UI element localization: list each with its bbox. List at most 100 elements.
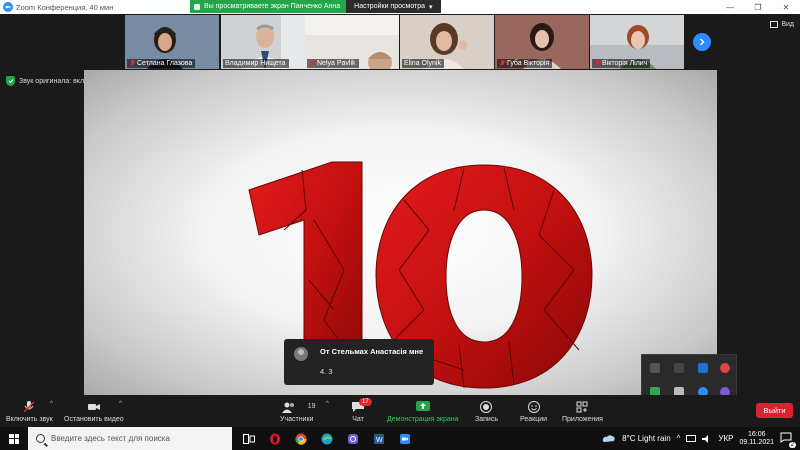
chat-unread-badge: 17	[359, 398, 372, 406]
participant-name: Elina Olynik	[404, 60, 441, 67]
participant-name: Nelya Pavlik	[317, 60, 356, 67]
window-controls: — ❐ ✕	[716, 0, 800, 14]
view-options-label: Настройки просмотра	[354, 3, 426, 10]
zoom-app-icon	[3, 2, 13, 12]
participant-name-tag: Elina Olynik	[402, 59, 444, 68]
screen-share-icon	[194, 3, 200, 10]
leave-meeting-button[interactable]: Выйти	[756, 403, 793, 418]
mic-muted-icon	[23, 401, 35, 413]
share-screen-icon	[415, 401, 430, 411]
participant-name-tag: Вікторія Лілич	[592, 59, 651, 68]
participant-gallery: Сетлана Глазова Владимир Нищета Nelya Pa…	[0, 14, 800, 70]
share-screen-button[interactable]: Демонстрация экрана	[387, 395, 459, 427]
participant-tile[interactable]: Губа Вікторія	[495, 15, 589, 69]
chat-label: Чат	[352, 416, 364, 423]
audio-options-caret[interactable]: ^	[50, 401, 53, 407]
reactions-label: Реакции	[520, 416, 548, 423]
chat-button[interactable]: 17 Чат	[351, 395, 372, 427]
bluetooth-icon[interactable]	[698, 363, 708, 373]
share-screen-label: Демонстрация экрана	[387, 416, 459, 423]
edge-icon[interactable]	[314, 427, 340, 450]
svg-text:W: W	[376, 437, 383, 444]
pinned-apps: W	[236, 427, 418, 450]
maximize-button[interactable]: ❐	[744, 0, 772, 14]
chat-notification[interactable]: От Стельмах Анастасія мне 4. 3	[284, 339, 434, 385]
apps-grid-icon	[576, 401, 588, 413]
original-sound-label: Звук оригинала: вкл.	[19, 77, 86, 85]
participant-tile[interactable]: Nelya Pavlik	[305, 15, 399, 69]
clock-time: 16:06	[747, 430, 766, 438]
view-label: Вид	[781, 21, 794, 28]
participants-label: Участники	[280, 416, 314, 423]
mic-muted-icon	[594, 60, 600, 67]
clock-date: 09.11.2021	[739, 438, 774, 446]
apps-button[interactable]: Приложения	[562, 395, 603, 427]
close-button[interactable]: ✕	[772, 0, 800, 14]
taskbar-clock[interactable]: 16:06 09.11.2021	[739, 431, 774, 447]
unmute-button[interactable]: Включить звук	[6, 395, 53, 427]
participants-options-caret[interactable]: ^	[326, 401, 329, 407]
word-icon[interactable]: W	[366, 427, 392, 450]
view-options-button[interactable]: Настройки просмотра ▾	[346, 0, 441, 13]
notification-icon	[780, 432, 792, 443]
mic-muted-icon	[309, 60, 315, 67]
taskbar-search-box[interactable]: Введите здесь текст для поиска	[28, 427, 232, 450]
participant-tile[interactable]: Elina Olynik	[400, 15, 494, 69]
wifi-icon[interactable]	[674, 363, 684, 373]
participant-tile[interactable]: Вікторія Лілич	[590, 15, 684, 69]
task-view-icon[interactable]	[236, 427, 262, 450]
video-options-caret[interactable]: ^	[119, 401, 122, 407]
network-icon[interactable]	[686, 434, 697, 443]
notifications-button[interactable]: 2	[780, 432, 796, 448]
app-tray-icon[interactable]	[720, 363, 730, 373]
opera-icon[interactable]	[262, 427, 288, 450]
participant-name-tag: Губа Вікторія	[497, 59, 553, 68]
chat-icon-wrap: 17	[351, 398, 372, 413]
windows-taskbar: Введите здесь текст для поиска W 8°C Lig…	[0, 427, 800, 450]
chevron-right-icon	[700, 38, 705, 46]
viewing-share-status: Вы просматриваете экран Панченко Анна	[190, 0, 347, 13]
participant-name: Губа Вікторія	[507, 60, 550, 67]
stop-video-button[interactable]: Остановить видео	[64, 395, 124, 427]
participant-name-tag: Nelya Pavlik	[307, 59, 359, 68]
speaker-icon[interactable]	[702, 434, 712, 443]
notification-count: 2	[788, 441, 796, 448]
mic-muted-icon	[129, 60, 135, 67]
zoom-taskbar-icon[interactable]	[392, 427, 418, 450]
participant-name: Вікторія Лілич	[602, 60, 648, 67]
language-indicator[interactable]: УКР	[718, 434, 733, 443]
minimize-button[interactable]: —	[716, 0, 744, 14]
cloud-rain-icon	[602, 434, 615, 442]
participants-button[interactable]: 19 Участники	[280, 395, 316, 427]
record-icon	[480, 401, 493, 413]
share-banner: Вы просматриваете экран Панченко Анна На…	[190, 0, 441, 13]
participants-count: 19	[307, 403, 316, 410]
view-button[interactable]: Вид	[770, 21, 794, 28]
battery-icon[interactable]	[650, 363, 660, 373]
mic-muted-icon	[499, 60, 505, 67]
meeting-toolbar: Включить звук ^ Остановить видео ^ 19 Уч…	[0, 395, 800, 427]
next-page-button[interactable]	[693, 33, 711, 51]
viber-taskbar-icon[interactable]	[340, 427, 366, 450]
participants-icon	[281, 402, 294, 413]
window-title: Zoom Конференция, 40 мин	[16, 2, 114, 12]
participant-name-tag: Сетлана Глазова	[127, 59, 196, 68]
chat-message: 4. 3	[320, 367, 333, 376]
start-button[interactable]	[0, 427, 28, 450]
participant-tile[interactable]: Сетлана Глазова	[125, 15, 219, 69]
chat-sender: От Стельмах Анастасія мне	[320, 347, 424, 356]
participant-tile[interactable]: Владимир Нищета	[221, 15, 315, 69]
shield-check-icon	[6, 76, 15, 86]
reactions-button[interactable]: Реакции	[520, 395, 547, 427]
video-camera-icon	[87, 404, 100, 410]
chevron-up-icon[interactable]: ^	[677, 434, 681, 443]
participant-name: Владимир Нищета	[225, 60, 286, 67]
chevron-down-icon: ▾	[429, 3, 433, 11]
grid-view-icon	[770, 21, 779, 28]
weather-text[interactable]: 8°C Light rain	[622, 434, 671, 443]
record-button[interactable]: Запись	[475, 395, 498, 427]
original-sound-toggle[interactable]: Звук оригинала: вкл. ▾	[6, 76, 94, 86]
participant-name: Сетлана Глазова	[137, 60, 193, 67]
chrome-icon[interactable]	[288, 427, 314, 450]
countdown-number-text: 10	[84, 70, 86, 71]
